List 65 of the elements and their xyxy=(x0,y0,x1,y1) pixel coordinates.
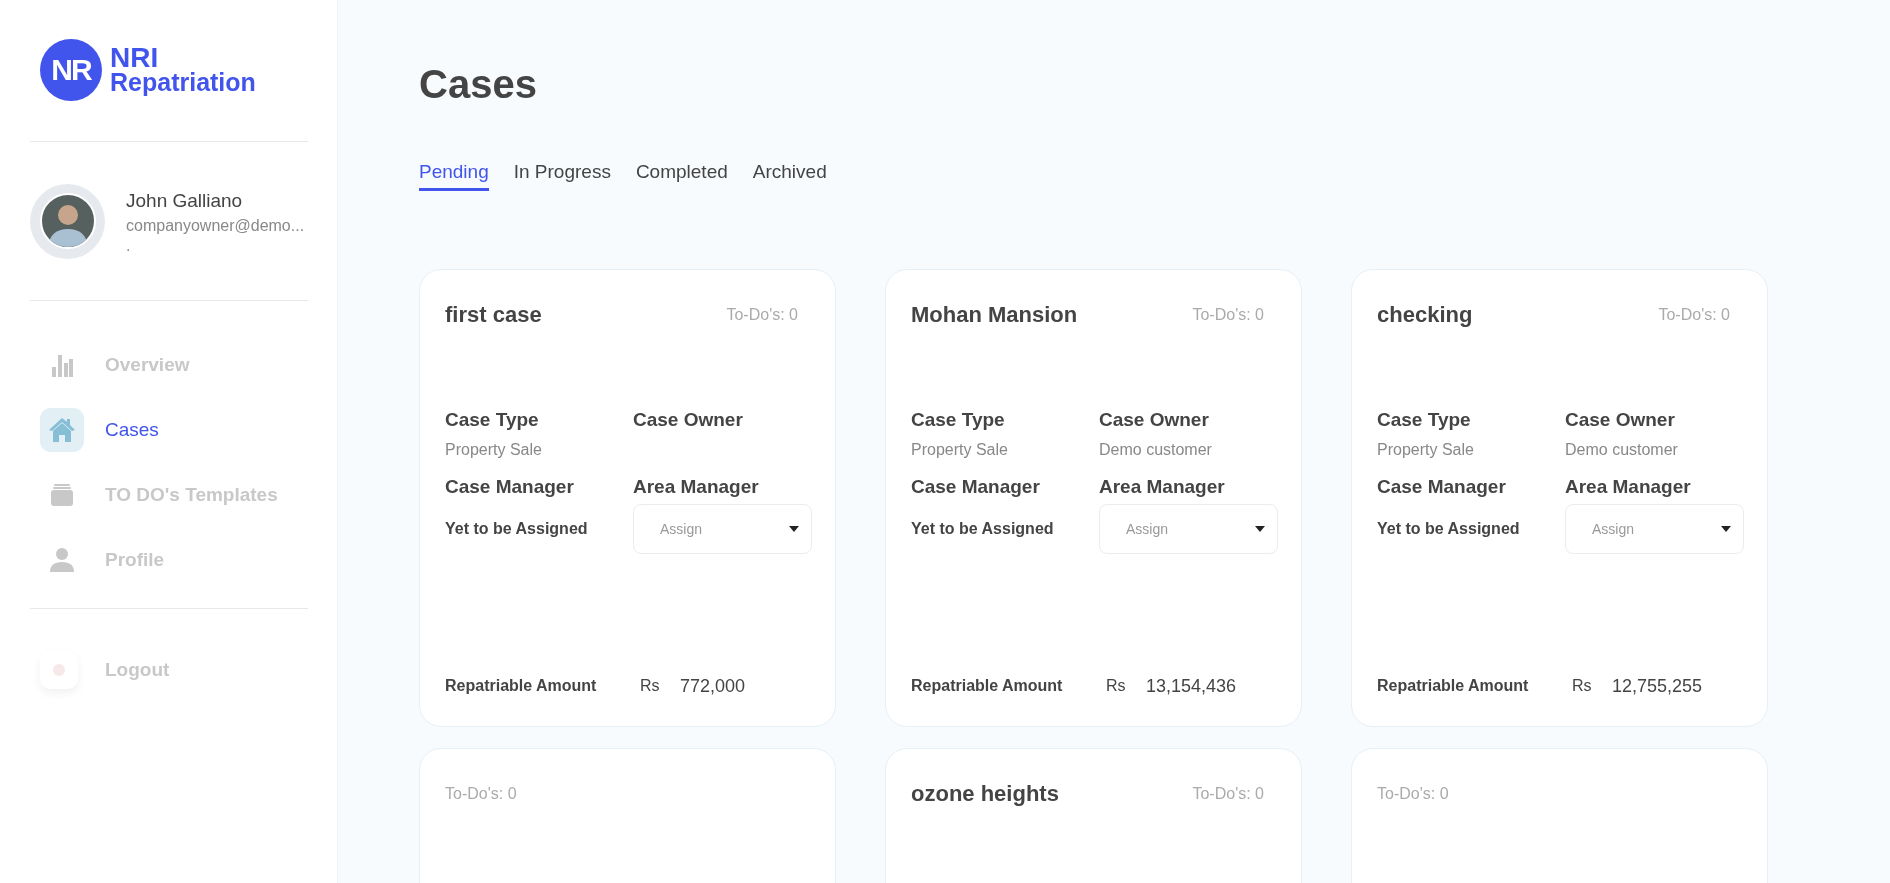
todo-count: To-Do's: 0 xyxy=(1192,785,1264,803)
field-label: Case Type xyxy=(1377,408,1472,432)
field-value: Yet to be Assigned xyxy=(1377,519,1521,539)
page-title: Cases xyxy=(419,61,538,108)
case-title: checking xyxy=(1377,302,1473,328)
case-card[interactable]: Mohan Mansion To-Do's: 0 Case Type Case Owner Property Sale Demo customer Case Manager Area Manager Yet to be Assigned Assign Repatriable Amount Rs 13,154,436 xyxy=(885,269,1302,727)
currency-label: Rs xyxy=(640,677,661,695)
field-label: Case Type xyxy=(911,408,1006,432)
amount-label: Repatriable Amount xyxy=(445,677,598,695)
amount-label: Repatriable Amount xyxy=(1377,677,1530,695)
amount-value: 12,755,255 xyxy=(1612,675,1703,697)
case-card[interactable]: checking To-Do's: 0 Case Type Case Owner Property Sale Demo customer Case Manager Area Manager Yet to be Assigned Assign Repatriable Amount Rs 12,755,255 xyxy=(1351,269,1768,727)
case-title: ozone heights xyxy=(911,781,1059,807)
field-value: Yet to be Assigned xyxy=(445,519,589,539)
caret-icon xyxy=(789,526,799,532)
field-value: Demo customer xyxy=(1099,440,1213,460)
assign-dropdown[interactable]: Assign xyxy=(633,504,812,554)
currency-label: Rs xyxy=(1106,677,1127,695)
user-detail: . xyxy=(126,237,132,255)
case-card[interactable]: first case To-Do's: 0 Case Type Case Owner Property Sale Case Manager Area Manager Yet to be Assigned Assign Repatriable Amount Rs 772,000 xyxy=(419,269,836,727)
todo-count: To-Do's: 0 xyxy=(726,306,798,324)
field-value: Property Sale xyxy=(1377,440,1475,460)
field-value: Yet to be Assigned xyxy=(911,519,1055,539)
field-value: Demo customer xyxy=(1565,440,1679,460)
field-label: Area Manager xyxy=(1565,475,1692,499)
tab[interactable]: Pending xyxy=(419,157,489,191)
todo-count: To-Do's: 0 xyxy=(445,785,517,803)
todo-count: To-Do's: 0 xyxy=(1192,306,1264,324)
logo-text: Repatriation xyxy=(110,70,256,95)
field-label: Case Type xyxy=(445,408,540,432)
field-value: Property Sale xyxy=(911,440,1009,460)
todo-count: To-Do's: 0 xyxy=(1658,306,1730,324)
house-icon xyxy=(48,417,76,443)
stack-icon xyxy=(51,484,73,506)
case-card[interactable]: ozone heights To-Do's: 0 xyxy=(885,748,1302,883)
user-email: companyowner@demo... xyxy=(126,216,305,236)
field-label: Area Manager xyxy=(1099,475,1226,499)
field-label: Area Manager xyxy=(633,475,760,499)
todo-count: To-Do's: 0 xyxy=(1377,785,1449,803)
currency-label: Rs xyxy=(1572,677,1593,695)
amount-value: 772,000 xyxy=(680,675,746,697)
bar-chart-icon xyxy=(51,353,73,377)
case-title: Mohan Mansion xyxy=(911,302,1078,328)
amount-value: 13,154,436 xyxy=(1146,675,1237,697)
person-icon xyxy=(50,548,74,572)
field-label: Case Owner xyxy=(1565,408,1676,432)
amount-label: Repatriable Amount xyxy=(911,677,1064,695)
caret-icon xyxy=(1721,526,1731,532)
case-title: first case xyxy=(445,302,542,328)
nav-item[interactable]: Cases xyxy=(40,408,308,452)
field-label: Case Owner xyxy=(1099,408,1210,432)
field-label: Case Owner xyxy=(633,408,744,432)
caret-icon xyxy=(1255,526,1265,532)
tab[interactable]: Archived xyxy=(752,157,827,191)
user-name: John Galliano xyxy=(126,189,244,213)
assign-dropdown[interactable]: Assign xyxy=(1565,504,1744,554)
field-value: Property Sale xyxy=(445,440,543,460)
field-label: Case Manager xyxy=(911,475,1041,499)
field-label: Case Manager xyxy=(445,475,575,499)
tab[interactable]: Completed xyxy=(635,157,728,191)
assign-dropdown[interactable]: Assign xyxy=(1099,504,1278,554)
field-label: Case Manager xyxy=(1377,475,1507,499)
tab[interactable]: In Progress xyxy=(513,157,611,191)
logo-mark: NR xyxy=(40,39,102,101)
logo-text: NRI xyxy=(110,45,159,70)
